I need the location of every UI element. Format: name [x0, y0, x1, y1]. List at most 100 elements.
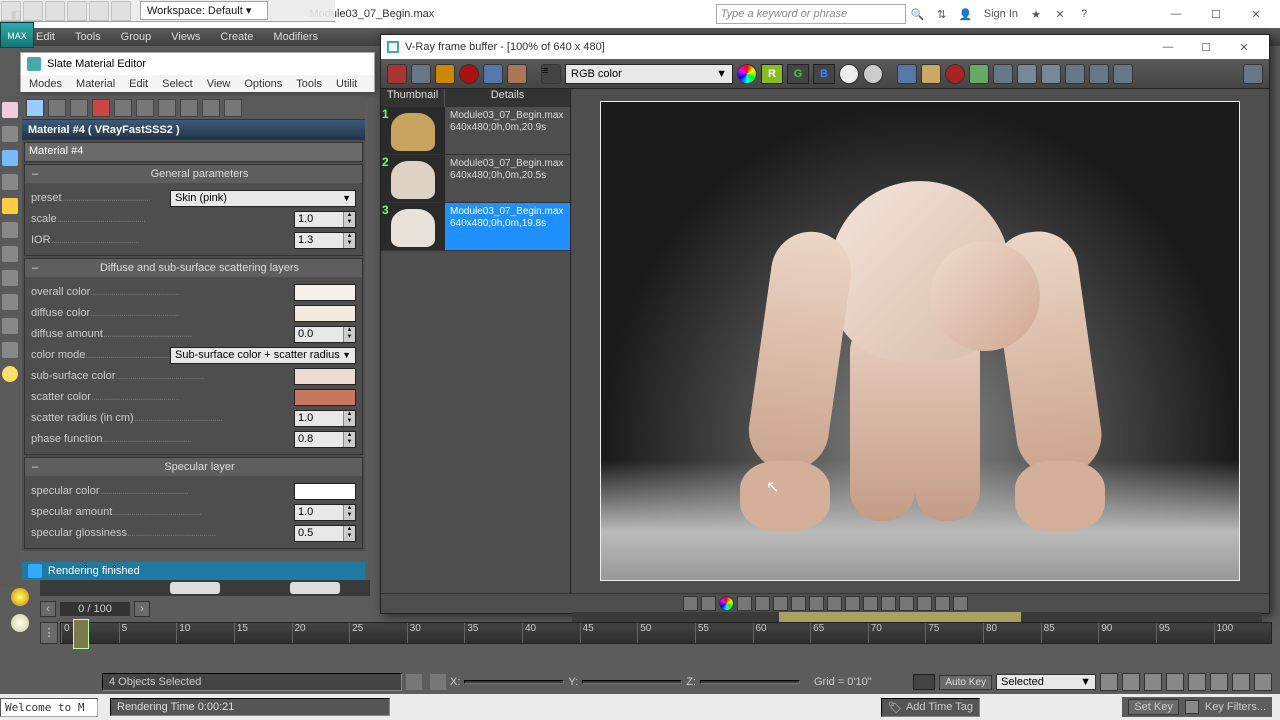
vfb-link-icon[interactable]: [993, 64, 1013, 84]
collapse-toggle-icon[interactable]: –: [29, 168, 41, 180]
prev-frame-icon[interactable]: [1122, 673, 1140, 691]
mat-eyedrop-icon[interactable]: [48, 99, 66, 117]
search-icon[interactable]: 🔍: [907, 3, 929, 25]
sme-menu-edit[interactable]: Edit: [129, 78, 148, 90]
ls-tool2-icon[interactable]: [2, 126, 18, 142]
vfb-colorwheel-icon[interactable]: [737, 64, 757, 84]
signin-button[interactable]: Sign In: [978, 8, 1024, 20]
maxscript-listener[interactable]: Welcome to M: [0, 698, 98, 717]
collapse-toggle-icon[interactable]: –: [29, 262, 41, 274]
vfb-bi-15-icon[interactable]: [935, 596, 950, 611]
sme-menu-tools[interactable]: Tools: [296, 78, 322, 90]
vfb-copy-icon[interactable]: [1065, 64, 1085, 84]
collapse-toggle-icon[interactable]: –: [29, 461, 41, 473]
timeline-drag-handle[interactable]: ⋮: [40, 622, 58, 644]
play-icon[interactable]: [1144, 673, 1162, 691]
save-file-icon[interactable]: [45, 1, 65, 21]
close-window-icon[interactable]: ✕: [1236, 0, 1276, 28]
vfb-bi-2-icon[interactable]: [701, 596, 716, 611]
vfb-region-icon[interactable]: [969, 64, 989, 84]
mat-pick-icon[interactable]: [26, 99, 44, 117]
vfb-g-button[interactable]: G: [787, 64, 809, 84]
vfb-bi-7-icon[interactable]: [791, 596, 806, 611]
minimize-window-icon[interactable]: —: [1156, 0, 1196, 28]
ls-tool-icon[interactable]: [2, 102, 18, 118]
viewport-nav-icon[interactable]: [1232, 673, 1250, 691]
ls-tool10-icon[interactable]: [2, 318, 18, 334]
vfb-window-icon[interactable]: [1089, 64, 1109, 84]
vfb-save-icon[interactable]: [411, 64, 431, 84]
vfb-teapot1-icon[interactable]: [1017, 64, 1037, 84]
color-mode-dropdown[interactable]: Sub-surface color + scatter radius▼: [170, 347, 356, 364]
ls-tool8-icon[interactable]: [2, 270, 18, 286]
vfb-bi-9-icon[interactable]: [827, 596, 842, 611]
ls-tool7-icon[interactable]: [2, 246, 18, 262]
specular-amount-spinner[interactable]: 1.0▲▼: [294, 504, 356, 521]
vfb-bi-5-icon[interactable]: [755, 596, 770, 611]
coord-z-input[interactable]: [700, 680, 800, 684]
favorites-icon[interactable]: ★: [1025, 3, 1047, 25]
vfb-titlebar[interactable]: V-Ray frame buffer - [100% of 640 x 480]…: [381, 35, 1269, 59]
ls-tool3-icon[interactable]: [2, 150, 18, 166]
vfb-bi-16-icon[interactable]: [953, 596, 968, 611]
vfb-r-button[interactable]: R: [761, 64, 783, 84]
keyfilters-button[interactable]: Key Filters...: [1205, 701, 1266, 713]
ls-tool5-icon[interactable]: [2, 198, 18, 214]
new-file-icon[interactable]: [1, 1, 21, 21]
coord-y-input[interactable]: [582, 680, 682, 684]
vfb-bi-1-icon[interactable]: [683, 596, 698, 611]
mat-grid-icon[interactable]: [136, 99, 154, 117]
time-ruler[interactable]: 0510152025303540455055606570758085909510…: [60, 622, 1272, 644]
transform-mode-icon[interactable]: [430, 674, 446, 690]
menu-tools[interactable]: Tools: [75, 31, 101, 43]
redo-icon[interactable]: [89, 1, 109, 21]
workspace-dropdown[interactable]: Workspace: Default ▾: [140, 1, 268, 20]
menu-create[interactable]: Create: [220, 31, 253, 43]
preset-dropdown[interactable]: Skin (pink)▼: [170, 190, 356, 207]
sme-menu-select[interactable]: Select: [162, 78, 193, 90]
vfb-bi-6-icon[interactable]: [773, 596, 788, 611]
history-row[interactable]: 1Module03_07_Begin.max640x480;0h,0m,20.9…: [381, 107, 570, 155]
vfb-bi-4-icon[interactable]: [737, 596, 752, 611]
menu-edit[interactable]: Edit: [36, 31, 55, 43]
vfb-maximize-icon[interactable]: ☐: [1187, 41, 1225, 54]
vfb-h-scrollbar[interactable]: [572, 612, 1262, 622]
mat-delete-icon[interactable]: [92, 99, 110, 117]
vfb-record-icon[interactable]: [459, 64, 479, 84]
diffuse-color-swatch[interactable]: [294, 305, 356, 322]
menu-group[interactable]: Group: [121, 31, 152, 43]
link-icon[interactable]: [111, 1, 131, 21]
lock-icon[interactable]: [406, 674, 422, 690]
viewport-zoom-icon[interactable]: [1254, 673, 1272, 691]
sun-icon[interactable]: [11, 588, 29, 606]
sme-menu-modes[interactable]: Modes: [29, 78, 62, 90]
maxlogo-icon[interactable]: MAX: [0, 22, 34, 48]
ls-tool11-icon[interactable]: [2, 342, 18, 358]
time-config-icon[interactable]: [1210, 673, 1228, 691]
specular-color-swatch[interactable]: [294, 483, 356, 500]
specular-gloss-spinner[interactable]: 0.5▲▼: [294, 525, 356, 542]
mat-layout-icon[interactable]: [180, 99, 198, 117]
vfb-menu-icon[interactable]: ≡: [541, 64, 561, 84]
vfb-channel-dropdown[interactable]: RGB color▼: [565, 64, 733, 84]
connect-icon[interactable]: ⇅: [931, 3, 953, 25]
current-frame-marker[interactable]: [73, 619, 89, 649]
mini-timeline[interactable]: [40, 580, 370, 596]
sme-menu-options[interactable]: Options: [244, 78, 282, 90]
coord-x-input[interactable]: [464, 680, 564, 684]
vfb-bi-11-icon[interactable]: [863, 596, 878, 611]
history-row[interactable]: 3Module03_07_Begin.max640x480;0h,0m,19.8…: [381, 203, 570, 251]
vfb-stop-icon[interactable]: [945, 64, 965, 84]
user-icon[interactable]: 👤: [955, 3, 977, 25]
vfb-mono2-icon[interactable]: [863, 64, 883, 84]
sme-menu-view[interactable]: View: [207, 78, 231, 90]
help-search-input[interactable]: Type a keyword or phrase: [716, 4, 906, 24]
mat-assign-icon[interactable]: [70, 99, 88, 117]
ls-tool12-icon[interactable]: [2, 366, 18, 382]
ls-tool9-icon[interactable]: [2, 294, 18, 310]
autokey-button[interactable]: Auto Key: [939, 675, 992, 690]
mat-opts2-icon[interactable]: [224, 99, 242, 117]
key-icon[interactable]: [1185, 700, 1199, 714]
vfb-power-icon[interactable]: [387, 64, 407, 84]
vfb-close-icon[interactable]: ✕: [1225, 41, 1263, 54]
